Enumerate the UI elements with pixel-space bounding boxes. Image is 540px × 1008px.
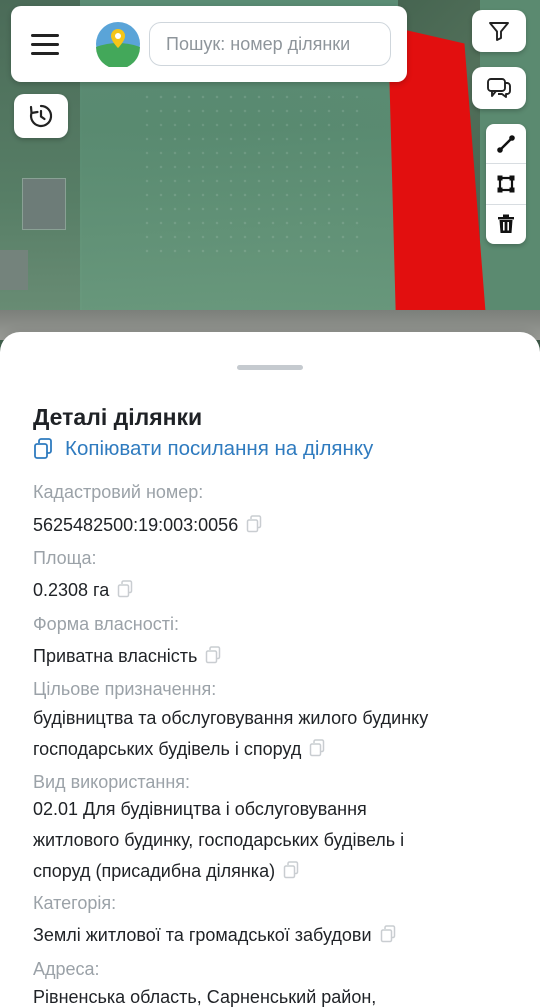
- filter-icon: [489, 22, 509, 41]
- delete-tool-button[interactable]: [486, 205, 526, 244]
- search-input[interactable]: [149, 22, 391, 66]
- category-value: Землі житлової та громадської забудови: [33, 925, 372, 945]
- details-title: Деталі ділянки: [33, 404, 203, 430]
- draw-toolbar: [486, 124, 526, 244]
- purpose-value: будівництва та обслуговування жилого буд…: [33, 703, 428, 767]
- chat-button[interactable]: [472, 67, 526, 109]
- history-icon: [29, 104, 53, 128]
- polygon-tool-button[interactable]: [486, 164, 526, 205]
- area-value: 0.2308 га: [33, 580, 110, 600]
- copy-link-label: Копіювати посилання на ділянку: [65, 437, 374, 460]
- ownership-value: Приватна власність: [33, 646, 198, 666]
- purpose-line-row: господарських будівель і споруд: [33, 734, 428, 767]
- line-draw-icon: [497, 134, 515, 153]
- building-footprint: [0, 250, 28, 290]
- copy-icon[interactable]: [246, 512, 262, 543]
- menu-icon: [31, 33, 59, 37]
- building-footprint: [22, 178, 66, 230]
- sheet-drag-handle[interactable]: [237, 365, 303, 370]
- usage-value: 02.01 Для будівництва і обслуговування ж…: [33, 794, 404, 889]
- address-label: Адреса:: [33, 959, 100, 979]
- usage-line: житлового будинку, господарських будівел…: [33, 830, 405, 850]
- category-value-row: Землі житлової та громадської забудови: [33, 920, 396, 953]
- cadastral-value-row: 5625482500:19:003:0056: [33, 510, 262, 543]
- ownership-value-row: Приватна власність: [33, 641, 221, 674]
- area-value-row: 0.2308 га: [33, 575, 133, 608]
- purpose-line: будівництва та обслуговування жилого буд…: [33, 708, 429, 728]
- cadastral-label: Кадастровий номер:: [33, 482, 204, 502]
- address-value: Рівненська область, Сарненський район,: [33, 987, 377, 1007]
- filter-button[interactable]: [472, 10, 526, 52]
- copy-icon[interactable]: [117, 577, 133, 608]
- ownership-label: Форма власності:: [33, 614, 179, 634]
- usage-label: Вид використання:: [33, 772, 191, 792]
- line-tool-button[interactable]: [486, 124, 526, 165]
- usage-line: споруд (присадибна ділянка): [33, 861, 276, 881]
- copy-link-button[interactable]: Копіювати посилання на ділянку: [33, 437, 373, 461]
- map-pin-logo[interactable]: [95, 21, 141, 69]
- usage-line-row: споруд (присадибна ділянка): [33, 856, 404, 889]
- copy-icon[interactable]: [205, 643, 221, 674]
- copy-icon: [34, 438, 52, 459]
- copy-icon[interactable]: [380, 922, 396, 953]
- cadastral-value: 5625482500:19:003:0056: [33, 515, 239, 535]
- purpose-line: господарських будівель і споруд: [33, 739, 302, 759]
- area-label: Площа:: [33, 548, 97, 568]
- category-label: Категорія:: [33, 893, 117, 913]
- search-bar: [11, 6, 407, 82]
- trash-icon: [498, 214, 514, 234]
- chat-icon: [487, 78, 511, 98]
- purpose-label: Цільове призначення:: [33, 679, 217, 699]
- history-button[interactable]: [14, 94, 68, 138]
- polygon-draw-icon: [497, 175, 515, 193]
- menu-button[interactable]: [31, 20, 79, 68]
- usage-line: 02.01 Для будівництва і обслуговування: [33, 799, 367, 819]
- copy-icon[interactable]: [283, 858, 299, 889]
- parcel-details-sheet: Деталі ділянки Копіювати посилання на ді…: [0, 332, 540, 1008]
- copy-icon[interactable]: [309, 736, 325, 767]
